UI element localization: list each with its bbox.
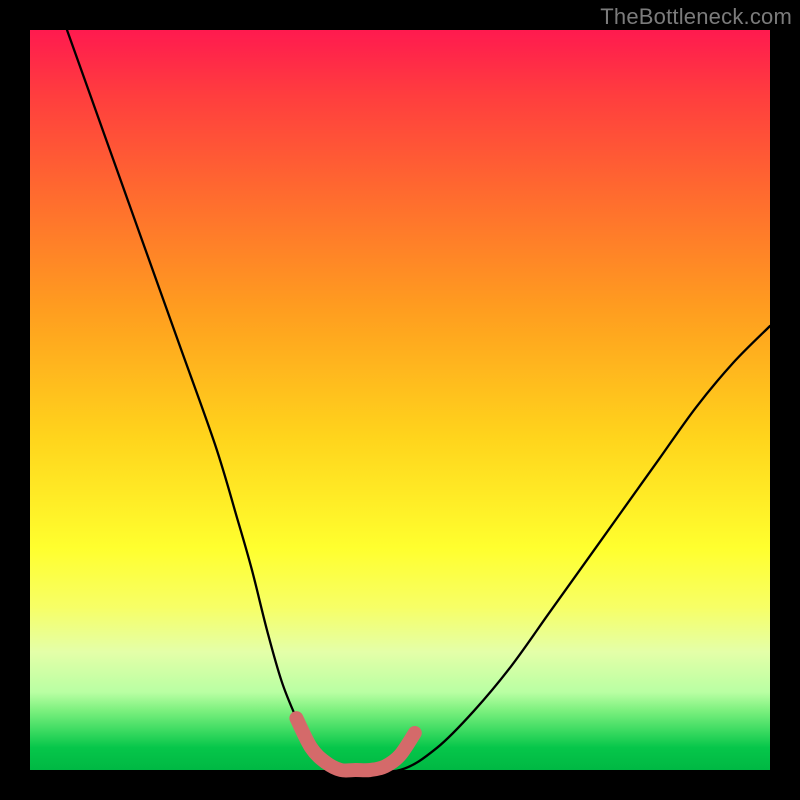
plot-area (30, 30, 770, 770)
chart-frame: TheBottleneck.com (0, 0, 800, 800)
optimal-range-marker (296, 718, 414, 770)
chart-svg (30, 30, 770, 770)
watermark-text: TheBottleneck.com (600, 4, 792, 30)
bottleneck-curve (67, 30, 770, 772)
